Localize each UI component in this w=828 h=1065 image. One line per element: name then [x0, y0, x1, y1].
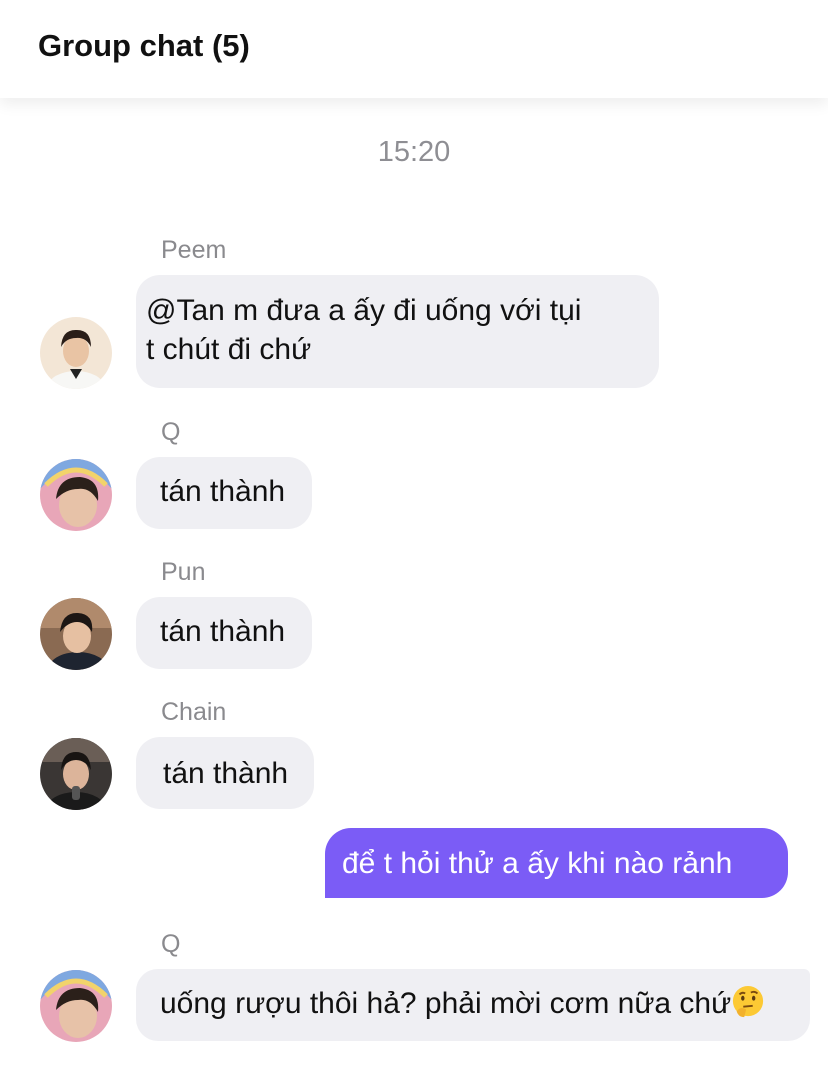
- message-bubble-peem[interactable]: @Tan m đưa a ấy đi uống với tụi t chút đ…: [136, 275, 659, 388]
- chat-header: Group chat (5): [0, 0, 828, 98]
- message-text: tán thành: [160, 615, 286, 648]
- message-text-line-1: @Tan m đưa a ấy đi uống với tụi: [146, 294, 582, 327]
- message-timestamp: 15:20: [377, 136, 451, 168]
- avatar-q[interactable]: [40, 459, 112, 531]
- avatar-q-image: [40, 459, 112, 531]
- message-text: tán thành: [163, 757, 289, 790]
- sender-name-q-2: Q: [161, 930, 181, 958]
- sender-name-peem: Peem: [161, 236, 227, 264]
- avatar-pun-image: [40, 598, 112, 670]
- avatar-q-image: [40, 970, 112, 1042]
- message-text-line-2: t chút đi chứ: [146, 333, 312, 366]
- avatar-chain[interactable]: [40, 738, 112, 810]
- message-bubble-q[interactable]: tán thành: [136, 457, 312, 529]
- sender-name-chain: Chain: [161, 698, 227, 726]
- avatar-chain-image: [40, 738, 112, 810]
- message-bubble-pun[interactable]: tán thành: [136, 597, 312, 669]
- message-text: để t hỏi thử a ấy khi nào rảnh: [342, 847, 733, 880]
- thinking-face-icon: [733, 985, 764, 1018]
- sender-name-q: Q: [161, 418, 181, 446]
- chat-title[interactable]: Group chat (5): [38, 28, 250, 64]
- avatar-peem[interactable]: [40, 317, 112, 389]
- message-text: tán thành: [160, 475, 286, 508]
- avatar-pun[interactable]: [40, 598, 112, 670]
- message-bubble-chain[interactable]: tán thành: [136, 737, 314, 809]
- avatar-peem-image: [40, 317, 112, 389]
- message-bubble-q-2[interactable]: uống rượu thôi hả? phải mời cơm nữa chứ: [136, 969, 810, 1041]
- message-bubble-outgoing[interactable]: để t hỏi thử a ấy khi nào rảnh: [325, 828, 788, 898]
- message-text: uống rượu thôi hả? phải mời cơm nữa chứ: [160, 987, 732, 1020]
- avatar-q-2[interactable]: [40, 970, 112, 1042]
- sender-name-pun: Pun: [161, 558, 206, 586]
